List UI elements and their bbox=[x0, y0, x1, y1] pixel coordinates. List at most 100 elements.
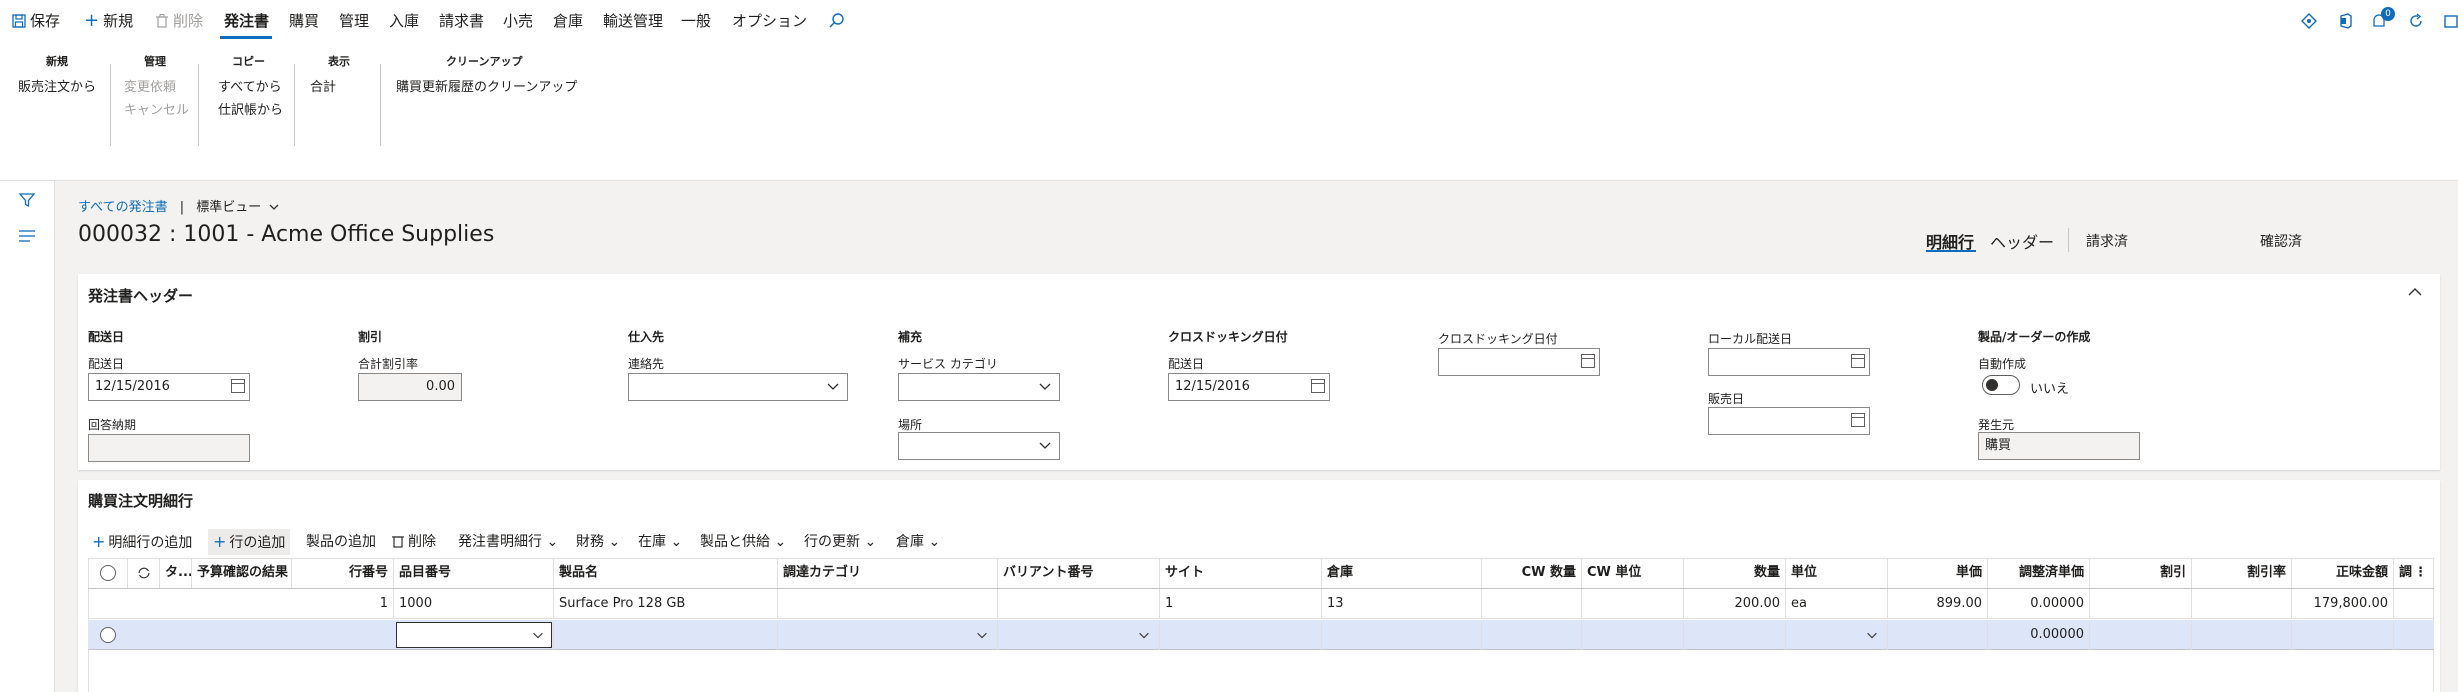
tab-transportation[interactable]: 輸送管理 bbox=[603, 10, 663, 34]
tab-invoice[interactable]: 請求書 bbox=[439, 10, 484, 34]
list-icon[interactable] bbox=[18, 229, 36, 243]
row-warehouse[interactable] bbox=[1322, 620, 1482, 650]
row-discount[interactable] bbox=[2090, 589, 2192, 619]
item-number-select[interactable] bbox=[396, 622, 552, 648]
notifications-button[interactable]: 0 bbox=[2371, 7, 2397, 34]
product-supply-menu[interactable]: 製品と供給 ⌄ bbox=[700, 529, 786, 555]
row-cw-unit[interactable] bbox=[1582, 589, 1684, 619]
change-request-button[interactable]: 変更依頼 bbox=[124, 76, 176, 95]
row-warehouse[interactable]: 13 bbox=[1322, 589, 1482, 619]
col-quantity[interactable]: 数量 bbox=[1684, 558, 1786, 588]
col-discount-percent[interactable]: 割引率 bbox=[2192, 558, 2292, 588]
select-all-radio[interactable] bbox=[100, 565, 116, 581]
tab-manage[interactable]: 管理 bbox=[339, 10, 369, 34]
tab-confirmed[interactable]: 確認済 bbox=[2260, 231, 2302, 251]
row-procurement-category[interactable] bbox=[778, 589, 998, 619]
col-budget-check[interactable]: 予算確認の結果 bbox=[192, 558, 292, 588]
office-icon[interactable] bbox=[2337, 12, 2355, 30]
col-variant-number[interactable]: バリアント番号 bbox=[998, 558, 1160, 588]
row-cw-quantity[interactable] bbox=[1482, 620, 1582, 650]
tab-receive[interactable]: 入庫 bbox=[389, 10, 419, 34]
diamond-icon[interactable] bbox=[2300, 12, 2318, 30]
col-select-all[interactable] bbox=[88, 558, 128, 588]
sales-date-field[interactable] bbox=[1708, 407, 1870, 435]
col-more[interactable]: 調 ⋮ bbox=[2394, 558, 2434, 588]
row-unit-price[interactable]: 899.00 bbox=[1888, 589, 1988, 619]
col-line-number[interactable]: 行番号 bbox=[292, 558, 394, 588]
row-unit[interactable]: ea bbox=[1786, 589, 1888, 619]
row-cw-unit[interactable] bbox=[1582, 620, 1684, 650]
col-product-name[interactable]: 製品名 bbox=[554, 558, 778, 588]
auto-create-toggle[interactable] bbox=[1982, 375, 2020, 395]
row-product-name[interactable] bbox=[554, 620, 778, 650]
delete-line-button[interactable]: 削除 bbox=[392, 529, 436, 555]
refresh-icon[interactable] bbox=[2407, 12, 2425, 30]
crossdock-delivery-date-field[interactable]: 12/15/2016 bbox=[1168, 373, 1330, 401]
purchase-history-cleanup-button[interactable]: 購買更新履歴のクリーンアップ bbox=[396, 76, 577, 95]
from-sales-order-button[interactable]: 販売注文から bbox=[18, 76, 96, 95]
col-site[interactable]: サイト bbox=[1160, 558, 1322, 588]
row-net-amount[interactable]: 179,800.00 bbox=[2292, 589, 2394, 619]
totals-button[interactable]: 合計 bbox=[310, 76, 336, 95]
cancel-button[interactable]: キャンセル bbox=[124, 99, 189, 118]
warehouse-menu[interactable]: 倉庫 ⌄ bbox=[896, 529, 940, 555]
row-discount-percent[interactable] bbox=[2192, 589, 2292, 619]
calendar-icon[interactable] bbox=[231, 379, 245, 393]
col-type[interactable]: タ... bbox=[160, 558, 192, 588]
row-unit[interactable] bbox=[1786, 620, 1888, 650]
row-site[interactable]: 1 bbox=[1160, 589, 1322, 619]
row-variant-number[interactable] bbox=[998, 620, 1160, 650]
filter-icon[interactable] bbox=[18, 191, 36, 209]
inventory-menu[interactable]: 在庫 ⌄ bbox=[638, 529, 682, 555]
all-purchase-orders-link[interactable]: すべての発注書 bbox=[78, 200, 168, 215]
contact-select[interactable] bbox=[628, 373, 848, 401]
calendar-icon[interactable] bbox=[1311, 379, 1325, 393]
row-discount-percent[interactable] bbox=[2192, 620, 2292, 650]
update-line-menu[interactable]: 行の更新 ⌄ bbox=[804, 529, 876, 555]
view-selector[interactable]: 標準ビュー bbox=[196, 200, 279, 215]
row-site[interactable] bbox=[1160, 620, 1322, 650]
save-button[interactable]: 保存 bbox=[12, 10, 60, 34]
tab-warehouse[interactable]: 倉庫 bbox=[553, 10, 583, 34]
row-item-number[interactable] bbox=[394, 620, 554, 650]
col-net-amount[interactable]: 正味金額 bbox=[2292, 558, 2394, 588]
calendar-icon[interactable] bbox=[1581, 354, 1595, 368]
new-button[interactable]: + 新規 bbox=[84, 10, 133, 34]
col-adjusted-price[interactable]: 調整済単価 bbox=[1988, 558, 2090, 588]
col-procurement-category[interactable]: 調達カテゴリ bbox=[778, 558, 998, 588]
service-category-select[interactable] bbox=[898, 373, 1060, 401]
col-warehouse[interactable]: 倉庫 bbox=[1322, 558, 1482, 588]
open-new-window-icon[interactable] bbox=[2444, 12, 2458, 30]
col-discount[interactable]: 割引 bbox=[2090, 558, 2192, 588]
row-discount[interactable] bbox=[2090, 620, 2192, 650]
tab-options[interactable]: オプション bbox=[732, 10, 807, 34]
col-cw-quantity[interactable]: CW 数量 bbox=[1482, 558, 1582, 588]
copy-from-all-button[interactable]: すべてから bbox=[218, 76, 282, 95]
tab-purchase-order[interactable]: 発注書 bbox=[224, 10, 269, 34]
calendar-icon[interactable] bbox=[1851, 413, 1865, 427]
add-line-button[interactable]: + 明細行の追加 bbox=[92, 529, 192, 555]
col-item-number[interactable]: 品目番号 bbox=[394, 558, 554, 588]
search-icon[interactable] bbox=[828, 12, 846, 30]
col-unit[interactable]: 単位 bbox=[1786, 558, 1888, 588]
chevron-up-icon[interactable] bbox=[2408, 287, 2422, 297]
add-row-button[interactable]: + 行の追加 bbox=[208, 529, 291, 555]
row-cw-quantity[interactable] bbox=[1482, 589, 1582, 619]
row-net-amount[interactable] bbox=[2292, 620, 2394, 650]
crossdock-date-field[interactable] bbox=[1438, 348, 1600, 376]
tab-retail[interactable]: 小売 bbox=[503, 10, 533, 34]
site-select[interactable] bbox=[898, 432, 1060, 460]
financials-menu[interactable]: 財務 ⌄ bbox=[576, 529, 620, 555]
copy-from-journal-button[interactable]: 仕訳帳から bbox=[218, 99, 283, 118]
tab-invoiced[interactable]: 請求済 bbox=[2086, 231, 2128, 251]
delete-button[interactable]: 削除 bbox=[156, 10, 203, 34]
tab-general[interactable]: 一般 bbox=[681, 10, 711, 34]
local-delivery-field[interactable] bbox=[1708, 348, 1870, 376]
calendar-icon[interactable] bbox=[1851, 354, 1865, 368]
col-refresh[interactable] bbox=[128, 558, 160, 588]
add-products-button[interactable]: 製品の追加 bbox=[306, 529, 376, 555]
row-unit-price[interactable] bbox=[1888, 620, 1988, 650]
purchase-order-line-menu[interactable]: 発注書明細行 ⌄ bbox=[458, 529, 558, 555]
delivery-date-field[interactable]: 12/15/2016 bbox=[88, 373, 250, 401]
tab-header[interactable]: ヘッダー bbox=[1990, 229, 2054, 253]
